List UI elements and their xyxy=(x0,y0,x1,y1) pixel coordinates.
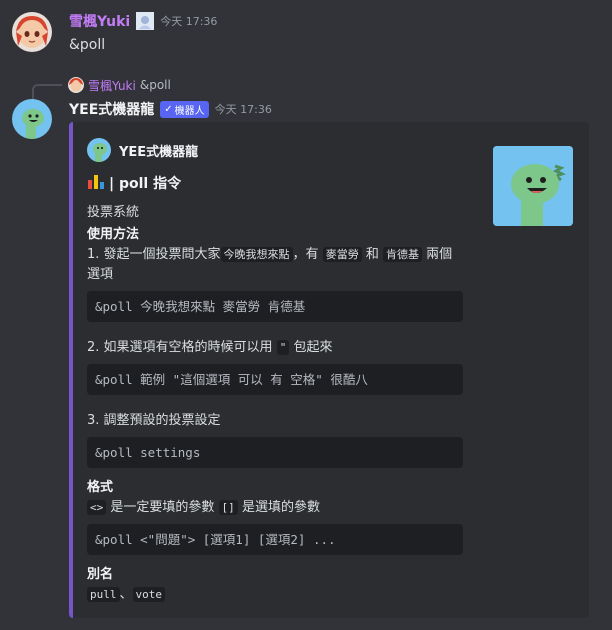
message-author[interactable]: 雪楓Yuki xyxy=(69,11,130,31)
bar-chart-icon xyxy=(87,172,105,194)
step-2-text: 2. 如果選項有空格的時候可以用 xyxy=(87,340,273,355)
reply-content: &poll xyxy=(139,78,171,92)
code-block: &poll 範例 "這個選項 可以 有 空格" 很酷八 xyxy=(87,364,463,395)
embed-description: 投票系統 xyxy=(87,205,140,220)
format-text: 是選填的參數 xyxy=(241,500,320,515)
reply-reference[interactable]: 雪楓Yuki &poll xyxy=(68,77,171,93)
embed-title: | poll 指令 xyxy=(87,172,181,194)
role-icon xyxy=(136,12,155,30)
embed-author-name: YEE式機器龍 xyxy=(119,144,199,160)
message-timestamp: 今天 17:36 xyxy=(160,15,218,28)
step-1-sep: 和 xyxy=(365,247,379,262)
embed-author-icon xyxy=(87,138,111,162)
alias-heading: 別名 xyxy=(87,567,114,582)
alias-sep: 、 xyxy=(119,587,133,602)
step-2: 2. 如果選項有空格的時候可以用 " 包起來 xyxy=(87,338,463,358)
step-1: 1. 發起一個投票問大家 今晚我想來點 ，有 麥當勞 和 肯德基 兩個選項 xyxy=(87,245,463,285)
alias-list: pull、 vote xyxy=(87,585,463,605)
message-content: &poll xyxy=(69,37,106,53)
reply-avatar xyxy=(68,77,84,93)
inline-code: <> xyxy=(87,500,107,515)
format-description: <> 是一定要填的參數 [] 是選填的參數 xyxy=(87,498,463,518)
code-block: &poll settings xyxy=(87,437,463,468)
step-1-sep: ，有 xyxy=(292,247,319,262)
bot-badge-label: 機器人 xyxy=(174,105,205,117)
message-timestamp: 今天 17:36 xyxy=(214,103,272,116)
check-icon: ✓ xyxy=(164,103,173,115)
embed-author: YEE式機器龍 xyxy=(87,138,198,162)
reply-author: 雪楓Yuki xyxy=(88,78,136,93)
inline-code: pull xyxy=(87,587,120,602)
inline-code: vote xyxy=(132,587,166,602)
user-avatar[interactable] xyxy=(12,12,52,52)
step-1-text: 1. 發起一個投票問大家 xyxy=(87,247,221,262)
embed: YEE式機器龍 | poll 指令 投票系統 使用方法 1. 發起一個投票問大家… xyxy=(69,122,589,618)
code-block: &poll <"問題"> [選項1] [選項2] ... xyxy=(87,524,463,555)
embed-title-text: | poll 指令 xyxy=(109,176,182,192)
inline-code: 肯德基 xyxy=(383,247,422,262)
bot-avatar[interactable] xyxy=(12,99,52,139)
bot-name[interactable]: YEE式機器龍 xyxy=(69,99,154,119)
format-heading: 格式 xyxy=(87,480,114,495)
embed-fields: 使用方法 1. 發起一個投票問大家 今晚我想來點 ，有 麥當勞 和 肯德基 兩個選項… xyxy=(87,225,463,605)
step-3: 3. 調整預設的投票設定 xyxy=(87,413,221,428)
inline-code: [] xyxy=(218,500,238,515)
usage-heading: 使用方法 xyxy=(87,227,140,242)
step-2-suffix: 包起來 xyxy=(293,340,333,355)
inline-code: 麥當勞 xyxy=(322,247,362,262)
reply-connector xyxy=(32,84,62,100)
format-text: 是一定要填的參數 xyxy=(110,500,215,515)
message-1: 雪楓Yuki 今天 17:36 &poll xyxy=(69,11,217,53)
code-block: &poll 今晚我想來點 麥當勞 肯德基 xyxy=(87,291,463,322)
message-2-header: YEE式機器龍 ✓ 機器人 今天 17:36 xyxy=(69,99,272,119)
embed-thumbnail[interactable] xyxy=(493,146,573,226)
inline-code: " xyxy=(276,340,290,355)
bot-badge: ✓ 機器人 xyxy=(160,100,209,118)
inline-code: 今晚我想來點 xyxy=(220,247,293,262)
